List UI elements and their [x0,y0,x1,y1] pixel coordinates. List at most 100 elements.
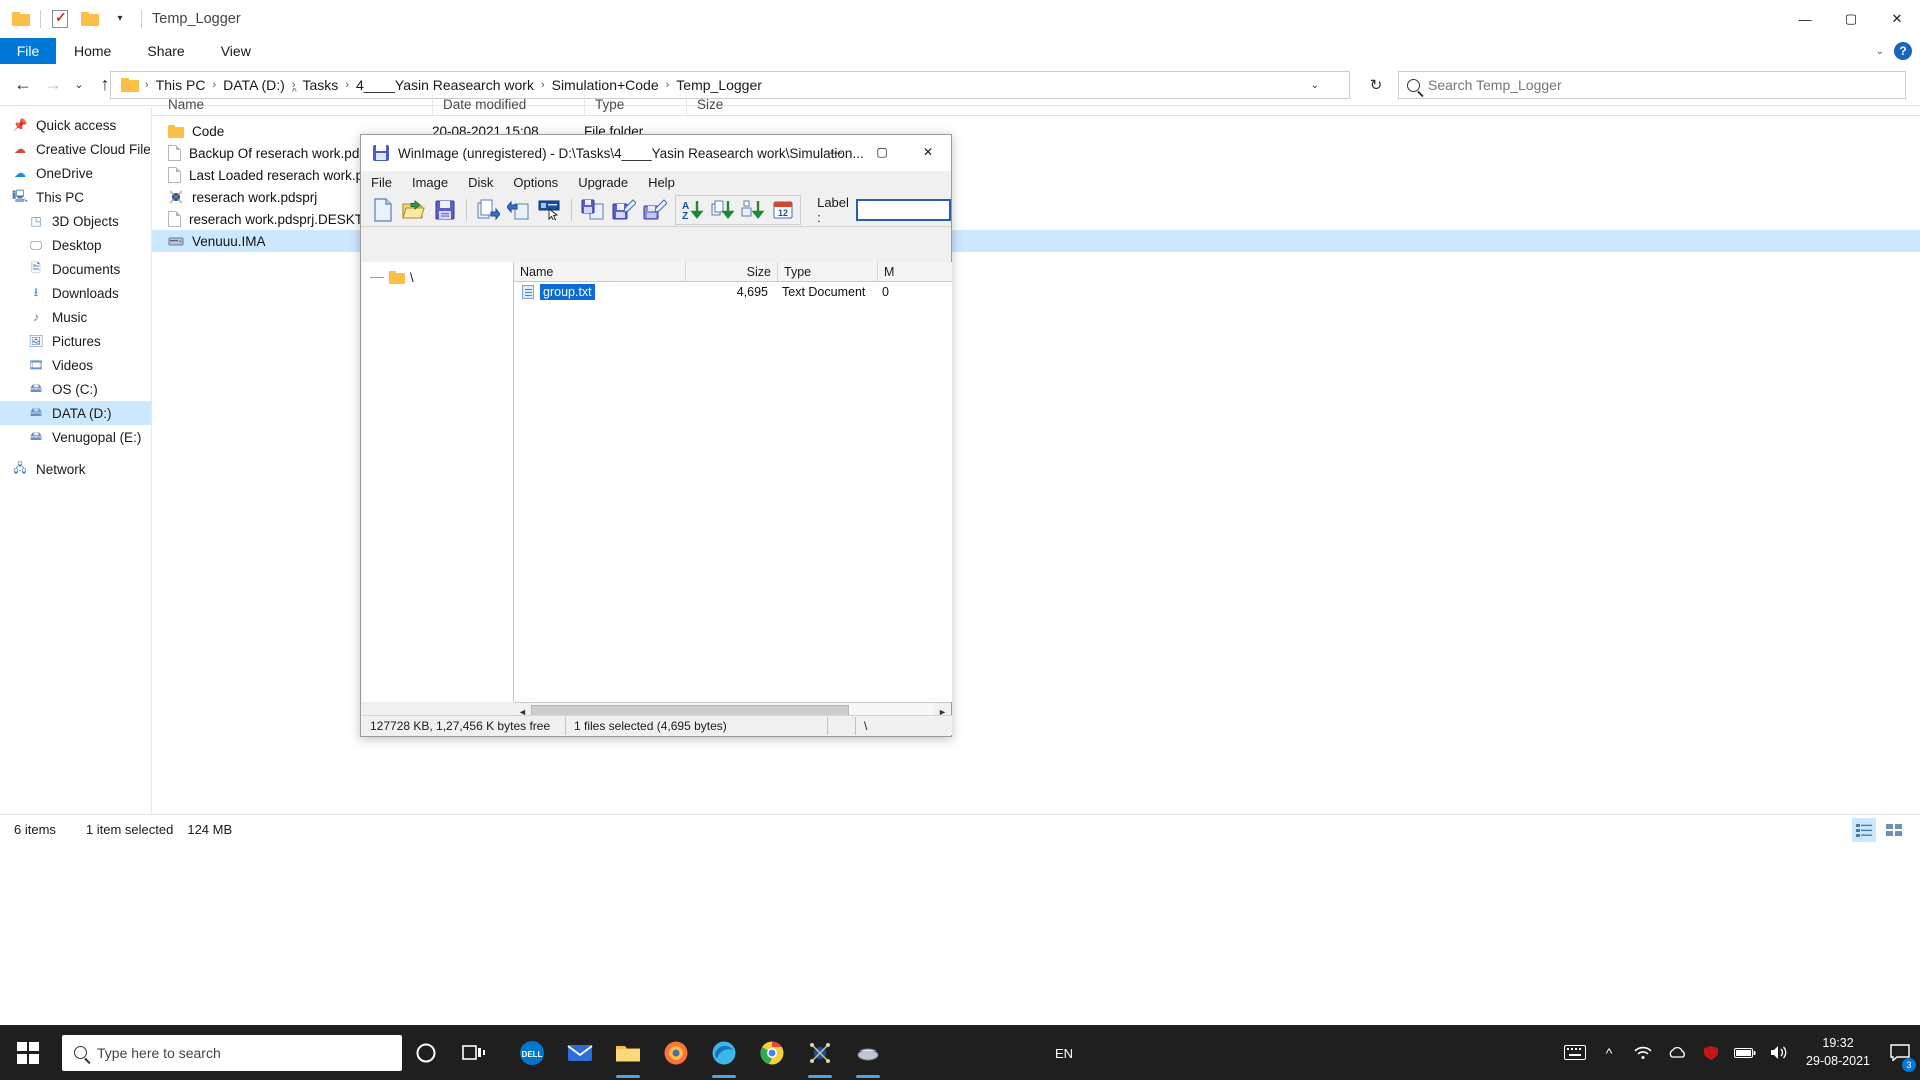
menu-disk[interactable]: Disk [458,175,503,190]
sidebar-item-creative-cloud-files[interactable]: ☁ Creative Cloud Files [0,137,151,161]
taskbar-clock[interactable]: 19:32 29-08-2021 [1796,1035,1880,1070]
sidebar-item-venugopal-e[interactable]: 🖴 Venugopal (E:) [0,425,151,449]
maximize-button[interactable]: ▢ [1828,0,1874,38]
menu-file[interactable]: File [371,175,402,190]
winimage-column-header-name[interactable]: Name [514,262,686,281]
menu-help[interactable]: Help [638,175,685,190]
winimage-minimize-button[interactable]: — [813,135,859,169]
sidebar-item-this-pc[interactable]: 🖳 This PC [0,185,151,209]
column-header-date-modified[interactable]: Date modified [432,93,584,116]
mcafee-icon[interactable] [1694,1025,1728,1080]
inject-icon[interactable] [505,196,534,224]
folder-icon[interactable] [6,4,36,34]
write-disk-icon[interactable] [610,196,639,224]
sidebar-item-network[interactable]: 🖧 Network [0,457,151,481]
winimage-column-header-type[interactable]: Type [778,262,878,281]
menu-options[interactable]: Options [503,175,568,190]
sidebar-item-downloads[interactable]: ⭳ Downloads [0,281,151,305]
save-image-icon[interactable] [430,196,459,224]
large-icons-view-icon[interactable] [1882,818,1906,842]
edge-icon[interactable] [700,1025,748,1080]
sidebar-item-desktop[interactable]: 🖵 Desktop [0,233,151,257]
tab-home[interactable]: Home [56,38,129,64]
customize-chevron-icon[interactable]: ▾ [105,4,135,34]
forward-button[interactable]: → [38,70,68,100]
winimage-maximize-button[interactable]: ▢ [859,135,905,169]
proteus-icon[interactable] [796,1025,844,1080]
chevron-down-icon[interactable]: ⌄ [1311,80,1319,91]
winimage-table-row[interactable]: group.txt 4,695 Text Document 0 [514,282,952,302]
language-indicator[interactable]: EN [1055,1046,1073,1061]
breadcrumb-sep: › [212,79,217,91]
selection-size: 124 MB [187,822,233,837]
firefox-icon[interactable] [652,1025,700,1080]
tab-file[interactable]: File [0,38,56,64]
mail-icon[interactable] [556,1025,604,1080]
wifi-icon[interactable] [1626,1025,1660,1080]
format-write-disk-icon[interactable] [640,196,669,224]
start-button[interactable] [0,1025,56,1080]
file-explorer-icon[interactable] [604,1025,652,1080]
onedrive-tray-icon[interactable] [1660,1025,1694,1080]
sort-by-size-icon[interactable] [738,196,768,224]
sidebar-item-onedrive[interactable]: ☁ OneDrive [0,161,151,185]
open-image-icon[interactable] [400,196,429,224]
action-center-icon[interactable]: 3 [1880,1025,1920,1080]
chevron-down-icon[interactable]: ⌄ [1876,46,1884,57]
sidebar-item-music[interactable]: ♪ Music [0,305,151,329]
winimage-column-header-modified[interactable]: M [878,262,938,281]
sort-by-type-icon[interactable] [708,196,738,224]
label-input[interactable] [856,198,951,221]
task-view-icon[interactable] [450,1025,498,1080]
close-button[interactable]: ✕ [1874,0,1920,38]
sidebar-item-pictures[interactable]: 🖼 Pictures [0,329,151,353]
menu-upgrade[interactable]: Upgrade [568,175,638,190]
back-button[interactable]: ← [8,70,38,100]
breadcrumb-item-this-pc[interactable]: This PC [151,77,211,93]
breadcrumb-item-data-d[interactable]: DATA (D:) [218,77,290,93]
breadcrumb-item-yasin[interactable]: 4____Yasin Reasearch work [351,77,539,93]
battery-icon[interactable] [1728,1025,1762,1080]
details-view-icon[interactable] [1852,818,1876,842]
sidebar-item-os-c[interactable]: 🖴 OS (C:) [0,377,151,401]
properties-icon[interactable] [45,4,75,34]
keyboard-icon[interactable] [1558,1025,1592,1080]
winimage-title-bar[interactable]: WinImage (unregistered) - D:\Tasks\4____… [361,135,951,171]
taskbar-search-input[interactable]: Type here to search [62,1034,402,1071]
volume-icon[interactable] [1762,1025,1796,1080]
read-disk-icon[interactable] [579,196,608,224]
sidebar-item-videos[interactable]: 🎞 Videos [0,353,151,377]
show-hidden-icons-icon[interactable]: ^ [1592,1025,1626,1080]
sidebar-item-documents[interactable]: 🗎 Documents [0,257,151,281]
menu-image[interactable]: Image [402,175,458,190]
sidebar-item-data-d[interactable]: 🖴 DATA (D:) [0,401,151,425]
column-header-type[interactable]: Type [584,93,686,116]
breadcrumb-item-temp-logger[interactable]: Temp_Logger [671,77,767,93]
column-header-size[interactable]: Size [686,93,776,116]
sort-by-date-icon[interactable]: 12 [768,196,798,224]
sort-by-name-icon[interactable]: AZ [678,196,708,224]
breadcrumb-item-simulation-code[interactable]: Simulation+Code [547,77,664,93]
help-icon[interactable]: ? [1894,42,1912,60]
breadcrumb-sep: › [665,79,670,91]
tab-share[interactable]: Share [129,38,202,64]
recent-locations-button[interactable]: ⌄ [68,70,90,100]
select-all-icon[interactable] [535,196,564,224]
new-folder-icon[interactable] [75,4,105,34]
cortana-icon[interactable] [402,1025,450,1080]
new-image-icon[interactable] [369,196,398,224]
sidebar-item-quick-access[interactable]: 📌 Quick access [0,113,151,137]
tab-view[interactable]: View [203,38,269,64]
sidebar-item-3d-objects[interactable]: ◳ 3D Objects [0,209,151,233]
winimage-file-name-cell[interactable]: group.txt [514,284,686,300]
breadcrumb-item-tasks[interactable]: Tasks [298,77,344,93]
dell-icon[interactable]: DELL [508,1025,556,1080]
winimage-close-button[interactable]: ✕ [905,135,951,169]
winimage-column-header-size[interactable]: Size [686,262,778,281]
chrome-icon[interactable] [748,1025,796,1080]
minimize-button[interactable]: — [1782,0,1828,38]
winimage-icon[interactable] [844,1025,892,1080]
extract-icon[interactable] [474,196,503,224]
column-header-name[interactable]: ^ Name [152,87,432,116]
tree-item-root[interactable]: \ [362,270,513,285]
